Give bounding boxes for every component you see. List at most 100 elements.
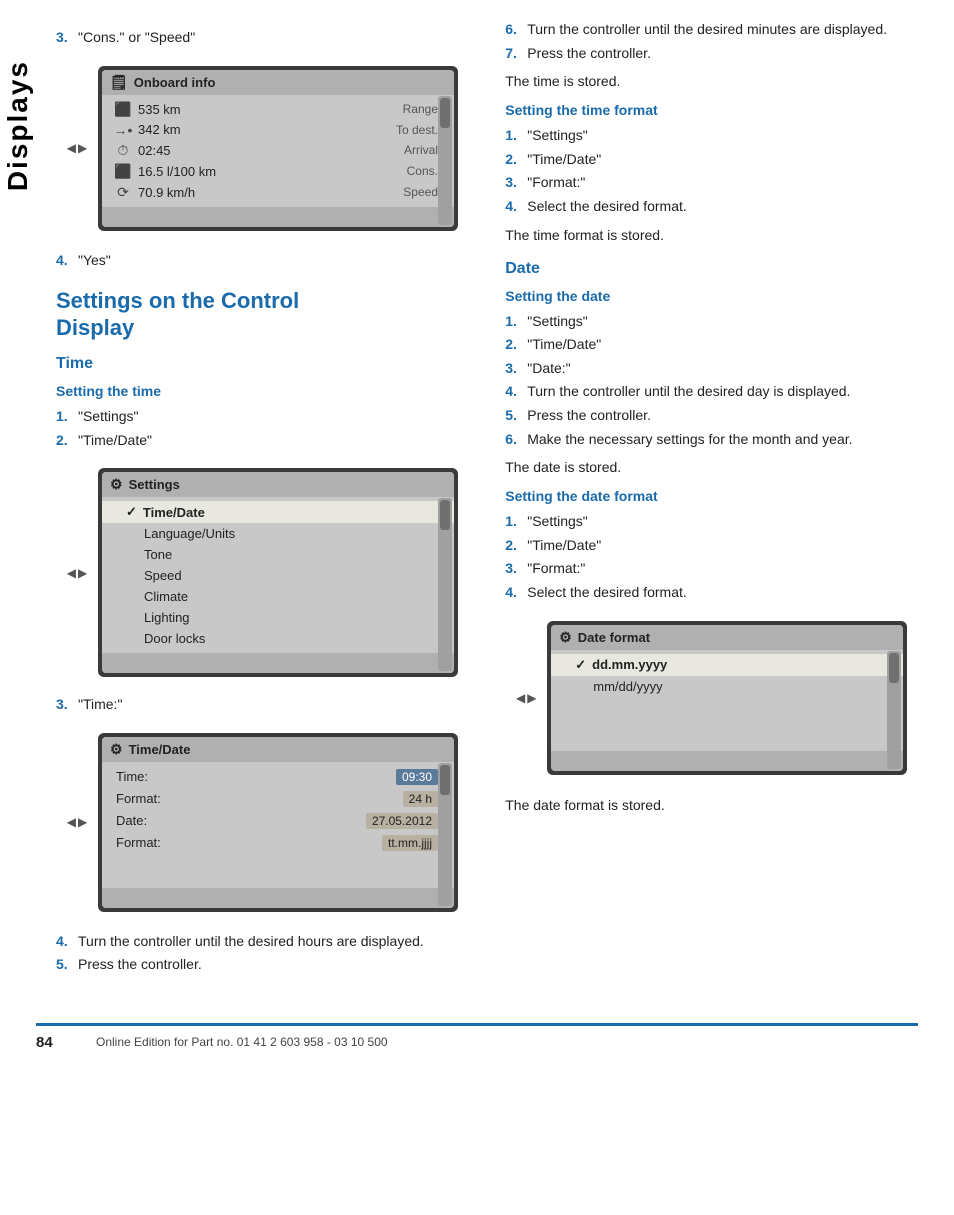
dateformat-screen: ⚙ Date format ✓ dd.mm.yyyy mm/dd/yyyy [547, 621, 907, 775]
right-arrow-icon: ▶ [78, 815, 87, 829]
step-number: 6. [505, 430, 521, 450]
knob-arrows-4: ◀ ▶ [516, 691, 536, 705]
table-row: →• 342 km To dest. [102, 120, 454, 140]
range-icon: ⬛ [112, 101, 134, 118]
list-item: 2. "Time/Date" [505, 335, 934, 355]
list-item: Climate [102, 586, 454, 607]
footer-text: Online Edition for Part no. 01 41 2 603 … [96, 1035, 388, 1049]
arrival-icon: ⏱ [112, 142, 134, 159]
step-number: 2. [505, 335, 521, 355]
step-text: "Time/Date" [78, 431, 152, 451]
list-item: 5. Press the controller. [56, 955, 475, 975]
settings-icon: ⚙ [110, 476, 123, 493]
step-number: 4. [56, 251, 72, 271]
menu-item-label: dd.mm.yyyy [592, 657, 887, 672]
list-item: 1. "Settings" [56, 407, 475, 427]
speed-value: 70.9 km/h [134, 185, 403, 200]
settings-titlebar: ⚙ Settings [102, 472, 454, 497]
step-number: 1. [505, 312, 521, 332]
format-label: Format: [116, 791, 403, 806]
table-row: ⬛ 16.5 l/100 km Cons. [102, 161, 454, 182]
screen-footer [102, 888, 454, 908]
time-value: 09:30 [396, 769, 438, 785]
setting-time-heading: Setting the time [56, 383, 475, 399]
step-number: 3. [56, 695, 72, 715]
menu-item-label: Speed [126, 568, 438, 583]
checkmark-icon: ✓ [575, 657, 586, 673]
list-item: ✓ Time/Date [102, 501, 454, 523]
todest-label: To dest. [396, 123, 438, 137]
settings-content: ✓ Time/Date Language/Units Tone Speed [102, 497, 454, 653]
step-text: "Format:" [527, 559, 585, 579]
right-arrow-icon: ▶ [78, 141, 87, 155]
table-row: ⏱ 02:45 Arrival [102, 140, 454, 161]
list-item: 4. Turn the controller until the desired… [505, 382, 934, 402]
left-arrow-icon: ◀ [67, 815, 76, 829]
list-item: Speed [102, 565, 454, 586]
date-heading: Date [505, 260, 934, 278]
table-row: Format: tt.mm.jjjj [102, 832, 454, 854]
date-format-heading: Setting the date format [505, 488, 934, 504]
step-number: 4. [56, 932, 72, 952]
list-item: 3. "Format:" [505, 559, 934, 579]
time-heading: Time [56, 355, 475, 373]
timedate-titlebar: ⚙ Time/Date [102, 737, 454, 762]
menu-item-label: Climate [126, 589, 438, 604]
format-value: 24 h [403, 791, 438, 807]
onboard-title: Onboard info [134, 75, 216, 90]
left-column: 3. "Cons." or "Speed" ◀ ▶ 🗒 Onboard info [56, 20, 495, 983]
table-row: Date: 27.05.2012 [102, 810, 454, 832]
list-item: 1. "Settings" [505, 512, 934, 532]
onboard-icon: 🗒 [110, 74, 128, 91]
scrollbar-thumb [440, 500, 450, 530]
step-number: 3. [56, 28, 72, 48]
cons-icon: ⬛ [112, 163, 134, 180]
date-stored-text: The date is stored. [505, 457, 934, 478]
step-text: "Cons." or "Speed" [78, 28, 195, 48]
step-number: 5. [505, 406, 521, 426]
onboard-screen-container: ◀ ▶ 🗒 Onboard info ⬛ 535 km Range [56, 56, 475, 241]
screen-footer [102, 653, 454, 673]
step-text: "Time/Date" [527, 335, 601, 355]
step-text: "Date:" [527, 359, 570, 379]
menu-item-label: Time/Date [143, 505, 438, 520]
right-arrow-icon: ▶ [527, 691, 536, 705]
right-arrow-icon: ▶ [78, 566, 87, 580]
step-number: 2. [505, 536, 521, 556]
scrollbar [438, 498, 452, 671]
settings-screen-container: ◀ ▶ ⚙ Settings ✓ Time/Date [56, 458, 475, 687]
step-number: 4. [505, 197, 521, 217]
list-item: 7. Press the controller. [505, 44, 934, 64]
step-text: Press the controller. [527, 406, 651, 426]
step-text: "Settings" [527, 126, 588, 146]
settings-title: Settings [129, 477, 180, 492]
speed-label: Speed [403, 185, 438, 199]
table-row: Time: 09:30 [102, 766, 454, 788]
step-number: 1. [505, 126, 521, 146]
page-footer: 84 Online Edition for Part no. 01 41 2 6… [36, 1023, 918, 1059]
time-label: Time: [116, 769, 396, 784]
checkmark-icon: ✓ [126, 504, 137, 520]
table-row: ⬛ 535 km Range [102, 99, 454, 120]
scrollbar [438, 96, 452, 225]
dateformat-icon: ⚙ [559, 629, 572, 646]
step-text: "Format:" [527, 173, 585, 193]
timedate-screen-container: ◀ ▶ ⚙ Time/Date Time: 09:30 [56, 723, 475, 922]
step-number: 7. [505, 44, 521, 64]
left-arrow-icon: ◀ [67, 141, 76, 155]
list-item: 3. "Date:" [505, 359, 934, 379]
step-text: Turn the controller until the desired mi… [527, 20, 887, 40]
list-item: Language/Units [102, 523, 454, 544]
section-title: Settings on the Control Display [56, 288, 475, 341]
step-text: "Settings" [527, 512, 588, 532]
knob-arrows-3: ◀ ▶ [67, 815, 87, 829]
timedate-title: Time/Date [129, 742, 191, 757]
time-format-stored-text: The time format is stored. [505, 225, 934, 246]
step-number: 1. [505, 512, 521, 532]
list-item: Door locks [102, 628, 454, 649]
scrollbar [887, 651, 901, 769]
knob-area-4: ◀ ▶ [505, 691, 547, 705]
left-arrow-icon: ◀ [67, 566, 76, 580]
sidebar-label: Displays [2, 60, 34, 191]
step-text: "Time/Date" [527, 150, 601, 170]
